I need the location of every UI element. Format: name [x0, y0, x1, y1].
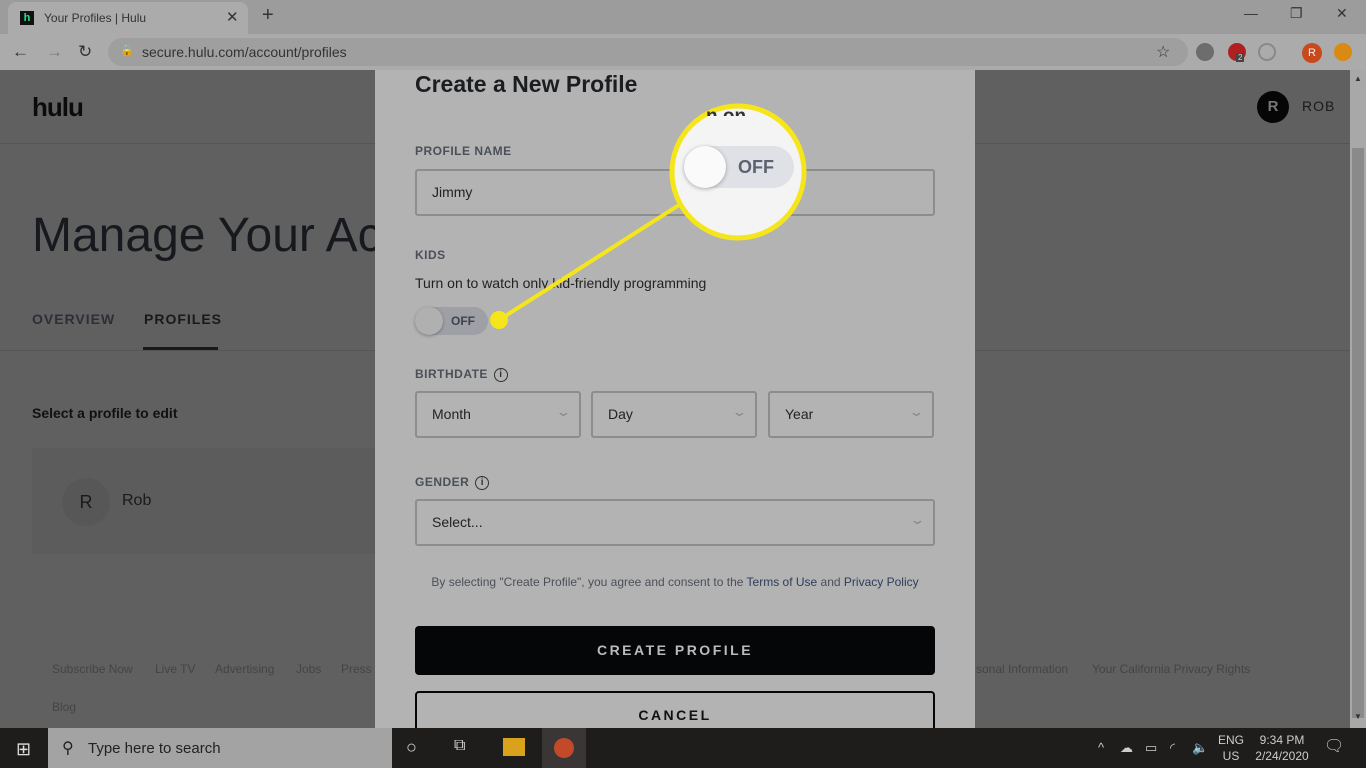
search-icon: ⚲: [62, 740, 74, 757]
scrollbar-thumb[interactable]: [1352, 148, 1364, 718]
callout-line: [497, 196, 692, 322]
onedrive-icon[interactable]: ☁: [1120, 740, 1133, 756]
chrome-taskbar-button[interactable]: [542, 728, 586, 768]
clock[interactable]: 9:34 PM 2/24/2020: [1254, 732, 1310, 764]
chrome-icon: [554, 738, 574, 758]
region-code: US: [1222, 749, 1240, 763]
scroll-up-icon[interactable]: ▲: [1354, 74, 1362, 83]
windows-taskbar: ⊞ ⚲ Type here to search ○ ⧉ ^ ☁ ▭ ◜ 🔈 EN…: [0, 728, 1366, 768]
notifications-icon[interactable]: 🗨: [1324, 736, 1344, 756]
taskbar-search[interactable]: ⚲ Type here to search: [48, 728, 392, 768]
callout-toggle-state: OFF: [738, 157, 774, 177]
wifi-icon[interactable]: ◜: [1170, 740, 1175, 756]
cortana-icon[interactable]: ○: [406, 737, 417, 758]
task-view-icon[interactable]: ⧉: [454, 737, 465, 755]
callout-toggle-knob: [684, 146, 726, 188]
time: 9:34 PM: [1259, 733, 1305, 747]
windows-start-icon[interactable]: ⊞: [16, 739, 31, 760]
language-indicator[interactable]: ENG US: [1218, 732, 1244, 764]
file-explorer-icon[interactable]: [503, 738, 525, 756]
battery-icon[interactable]: ▭: [1145, 740, 1157, 756]
callout-partial-text: n on: [706, 102, 766, 116]
search-placeholder: Type here to search: [88, 740, 221, 757]
callout-annotation: [490, 103, 807, 329]
callout-toggle: OFF: [684, 146, 794, 188]
language-code: ENG: [1218, 733, 1245, 747]
date: 2/24/2020: [1255, 749, 1309, 763]
tray-chevron-icon[interactable]: ^: [1098, 740, 1104, 755]
volume-icon[interactable]: 🔈: [1192, 740, 1208, 756]
page-scrollbar[interactable]: ▲ ▼: [1350, 70, 1366, 728]
callout-dot: [490, 311, 508, 329]
scroll-down-icon[interactable]: ▼: [1354, 712, 1362, 721]
